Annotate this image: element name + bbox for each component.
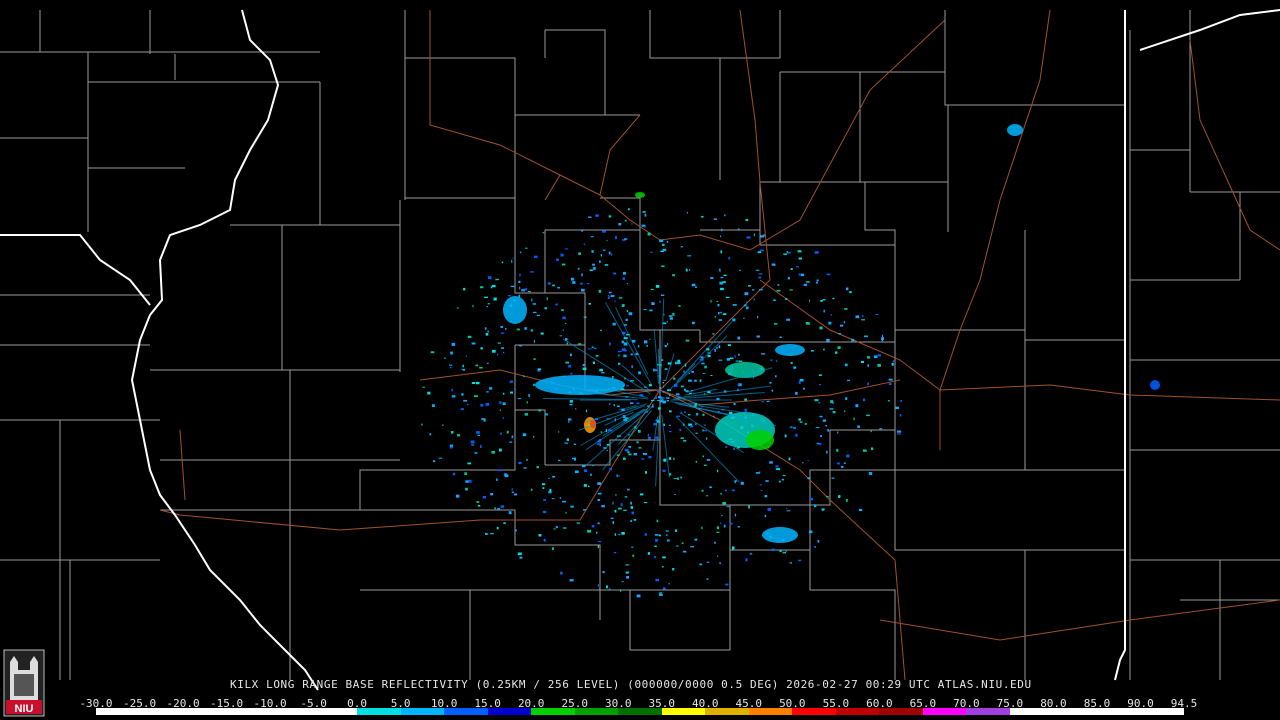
color-scale-swatch (357, 708, 401, 715)
color-scale-swatch (1053, 708, 1097, 715)
color-scale-swatch (400, 708, 445, 715)
color-scale-swatch (1140, 708, 1184, 715)
color-scale-swatch (835, 708, 880, 715)
product-caption: KILX LONG RANGE BASE REFLECTIVITY (0.25K… (230, 678, 1032, 691)
color-scale-bar (96, 708, 1184, 715)
color-scale-swatch (183, 708, 227, 715)
color-scale-swatch (574, 708, 619, 715)
color-scale-swatch (1096, 708, 1141, 715)
logo-text: NIU (15, 703, 34, 715)
niu-logo: NIU (3, 649, 45, 717)
color-scale-swatch (966, 708, 1010, 715)
color-scale-swatch (226, 708, 271, 715)
color-scale-swatch (879, 708, 923, 715)
color-scale-swatch (444, 708, 488, 715)
color-scale-swatch (661, 708, 706, 715)
color-scale-swatch (618, 708, 662, 715)
color-scale-swatch (96, 708, 140, 715)
color-scale-swatch (748, 708, 793, 715)
color-scale-swatch (139, 708, 184, 715)
radar-map: NIU (0, 0, 1280, 720)
color-scale-swatch (705, 708, 749, 715)
color-scale-swatch (487, 708, 532, 715)
color-scale-swatch (1009, 708, 1054, 715)
color-scale-swatch (313, 708, 358, 715)
color-scale-swatch (792, 708, 836, 715)
color-scale-swatch (531, 708, 575, 715)
color-scale-swatch (922, 708, 967, 715)
color-scale-swatch (270, 708, 314, 715)
